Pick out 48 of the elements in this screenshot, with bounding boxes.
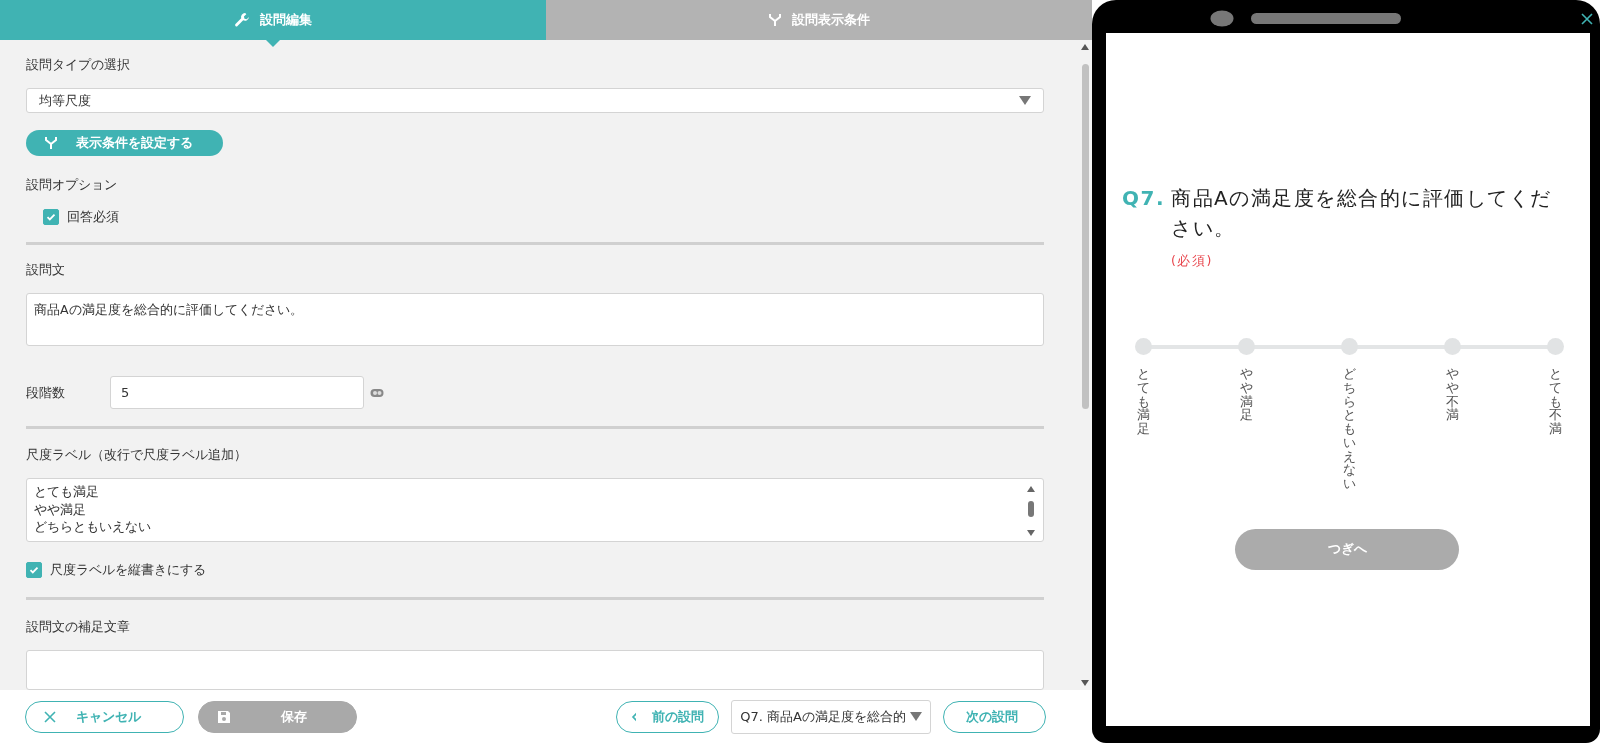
question-number: Q7.	[1122, 185, 1165, 212]
checkbox-label: 回答必須	[67, 207, 119, 226]
scale-label-line: やや満足	[34, 500, 87, 518]
scale-option[interactable]	[1134, 338, 1152, 355]
field-label: 段階数	[26, 383, 66, 402]
section-label: 設問オプション	[26, 175, 118, 194]
scale-label-line: とても満足	[34, 483, 100, 501]
scroll-up-icon[interactable]	[1081, 44, 1089, 50]
speaker-icon	[1251, 13, 1401, 24]
question-select[interactable]: Q7. 商品Aの満足度を総合的	[731, 699, 931, 734]
scale-option[interactable]	[1340, 338, 1358, 355]
question-type-select[interactable]: 均等尺度	[26, 88, 1044, 114]
steps-input[interactable]: 5	[110, 376, 364, 409]
checkbox[interactable]	[43, 208, 59, 225]
field-label: 尺度ラベル（改行で尺度ラベル追加）	[26, 446, 248, 464]
supplement-text-field[interactable]	[26, 650, 1044, 690]
scale-label: やや満足	[1239, 367, 1253, 422]
previous-question-button[interactable]: 前の設問	[616, 700, 720, 733]
branch-icon	[768, 13, 782, 27]
wrench-icon	[234, 12, 250, 28]
question-text: 商品Aの満足度を総合的に評価してください。	[1171, 185, 1553, 242]
check-icon	[28, 564, 40, 576]
scroll-down-icon[interactable]	[1081, 680, 1089, 686]
tab[interactable]: 設問表示条件	[546, 0, 1092, 40]
scale-option[interactable]	[1546, 338, 1564, 355]
question-text-field[interactable]: 商品Aの満足度を総合的に評価してください。	[26, 292, 1044, 346]
camera-icon	[1210, 10, 1234, 27]
cancel-button[interactable]: キャンセル	[25, 700, 184, 733]
checkbox[interactable]	[26, 562, 42, 578]
next-question-button[interactable]: 次の設問	[943, 700, 1046, 733]
scale-label: とても不満	[1548, 367, 1562, 436]
scale-option[interactable]	[1237, 338, 1255, 355]
scale-label: とても満足	[1136, 367, 1150, 436]
required-label: (必須)	[1171, 252, 1213, 270]
field-label: 設問文	[26, 260, 66, 279]
scale-label: どちらともいえない	[1342, 367, 1356, 491]
field-label: 設問タイプの選択	[26, 56, 131, 74]
checkbox-label: 尺度ラベルを縦書きにする	[50, 561, 206, 579]
display-condition-button[interactable]: 表示条件を設定する	[26, 130, 223, 156]
close-icon[interactable]	[1581, 12, 1593, 25]
close-icon	[44, 710, 56, 723]
scale-labels-field[interactable]: とても満足 やや満足 どちらともいえない	[26, 478, 1044, 542]
branch-icon	[44, 135, 58, 150]
scale-label-line: どちらともいえない	[34, 518, 152, 536]
field-label: 設問文の補足文章	[26, 618, 131, 636]
scale-option[interactable]	[1443, 338, 1461, 355]
scale-label: やや不満	[1445, 367, 1459, 422]
chevron-left-icon	[631, 711, 637, 722]
